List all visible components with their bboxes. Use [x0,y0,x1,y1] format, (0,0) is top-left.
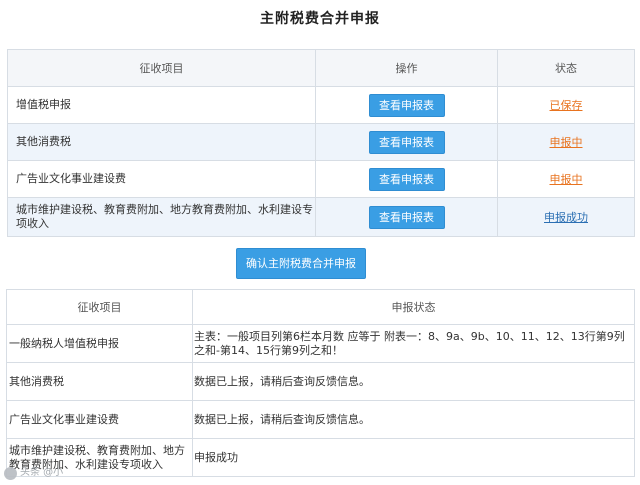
table-row: 广告业文化事业建设费 数据已上报，请稍后查询反馈信息。 [6,400,635,439]
column-header-filing-status: 申报状态 [192,289,635,325]
view-return-button[interactable]: 查看申报表 [368,93,445,117]
watermark: 头条 @小 [4,465,63,481]
item-name: 广告业文化事业建设费 [7,160,316,198]
column-header-status: 状态 [497,49,635,87]
view-return-button[interactable]: 查看申报表 [368,205,445,229]
filing-status-text: 主表：一般项目列第6栏本月数 应等于 附表一：8、9a、9b、10、11、12、… [192,324,635,363]
table-row: 其他消费税 查看申报表 申报中 [7,123,635,161]
table-row: 广告业文化事业建设费 查看申报表 申报中 [7,160,635,198]
item-name: 增值税申报 [7,86,316,124]
table-header-row: 征收项目 申报状态 [6,289,635,325]
item-name: 广告业文化事业建设费 [6,400,193,439]
item-name: 其他消费税 [6,362,193,401]
item-name: 其他消费税 [7,123,316,161]
filing-items-table: 征收项目 操作 状态 增值税申报 查看申报表 已保存 其他消费税 查看申报表 申… [7,49,635,237]
table-row: 城市维护建设税、教育费附加、地方教育费附加、水利建设专项收入 查看申报表 申报成… [7,197,635,237]
status-link[interactable]: 申报中 [550,136,583,149]
status-link[interactable]: 申报成功 [544,211,588,224]
confirm-combined-filing-button[interactable]: 确认主附税费合并申报 [236,248,366,279]
watermark-logo-icon [4,466,17,480]
table-row: 增值税申报 查看申报表 已保存 [7,86,635,124]
view-return-button[interactable]: 查看申报表 [368,167,445,191]
status-link[interactable]: 已保存 [550,99,583,112]
filing-status-table: 征收项目 申报状态 一般纳税人增值税申报 主表：一般项目列第6栏本月数 应等于 … [6,289,635,477]
filing-status-text: 数据已上报，请稍后查询反馈信息。 [192,362,635,401]
table-row: 其他消费税 数据已上报，请稍后查询反馈信息。 [6,362,635,401]
column-header-action: 操作 [315,49,498,87]
column-header-item: 征收项目 [7,49,316,87]
table-header-row: 征收项目 操作 状态 [7,49,635,87]
status-link[interactable]: 申报中 [550,173,583,186]
page-title: 主附税费合并申报 [260,11,380,27]
filing-status-text: 数据已上报，请稍后查询反馈信息。 [192,400,635,439]
table-row: 一般纳税人增值税申报 主表：一般项目列第6栏本月数 应等于 附表一：8、9a、9… [6,324,635,363]
watermark-text: 头条 @小 [20,467,64,478]
view-return-button[interactable]: 查看申报表 [368,130,445,154]
item-name: 城市维护建设税、教育费附加、地方教育费附加、水利建设专项收入 [7,197,316,237]
filing-status-text: 申报成功 [192,438,635,477]
column-header-item: 征收项目 [6,289,193,325]
table-row: 城市维护建设税、教育费附加、地方教育费附加、水利建设专项收入 申报成功 [6,438,635,477]
item-name: 一般纳税人增值税申报 [6,324,193,363]
